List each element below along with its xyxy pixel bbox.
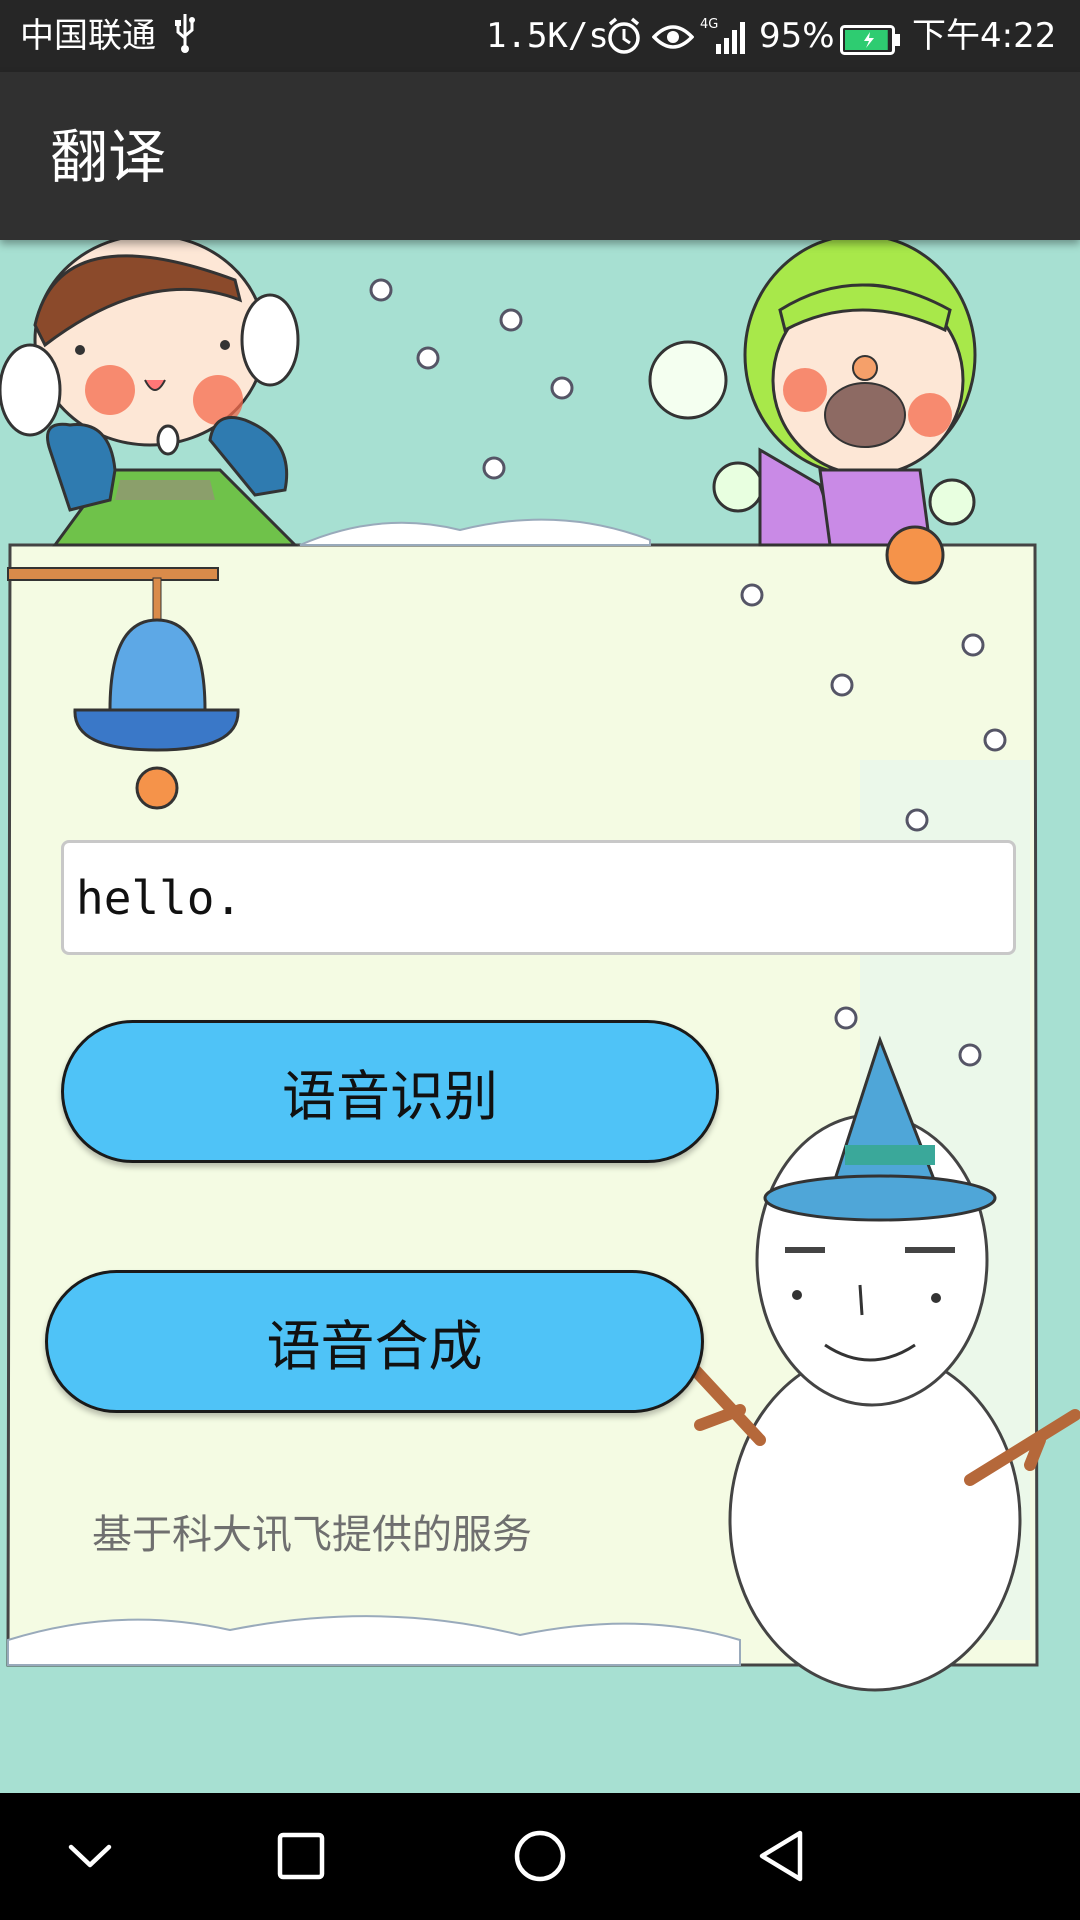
translation-input[interactable] (61, 840, 1016, 955)
eye-icon (651, 20, 695, 64)
usb-icon (170, 10, 200, 65)
speech-synthesis-button[interactable]: 语音合成 (45, 1270, 704, 1413)
triangle-back-icon[interactable] (736, 1811, 826, 1901)
speech-recognition-button[interactable]: 语音识别 (61, 1020, 719, 1163)
status-bar: 中国联通 1.5K/s 4G 95% 下午4:22 (0, 0, 1080, 72)
square-icon[interactable] (256, 1811, 346, 1901)
signal-icon: 4G (700, 14, 752, 67)
chevron-down-icon[interactable] (45, 1811, 135, 1901)
svg-text:4G: 4G (700, 17, 718, 32)
page-title: 翻译 (50, 123, 167, 191)
girl-character (648, 240, 977, 585)
clock: 下午4:22 (912, 16, 1057, 56)
service-credit-text: 基于科大讯飞提供的服务 (92, 1512, 532, 1558)
boy-character (0, 240, 300, 547)
net-speed: 1.5K/s (486, 16, 609, 56)
winter-illustration (0, 240, 1080, 1692)
alarm-icon (606, 16, 642, 67)
circle-icon[interactable] (495, 1811, 585, 1901)
battery-percent: 95% (759, 16, 835, 56)
navigation-bar (0, 1793, 1080, 1920)
app-bar: 翻译 (0, 72, 1080, 240)
battery-icon (840, 22, 902, 66)
main-content: 语音识别 语音合成 基于科大讯飞提供的服务 (0, 240, 1080, 1793)
carrier-label: 中国联通 (20, 16, 156, 56)
